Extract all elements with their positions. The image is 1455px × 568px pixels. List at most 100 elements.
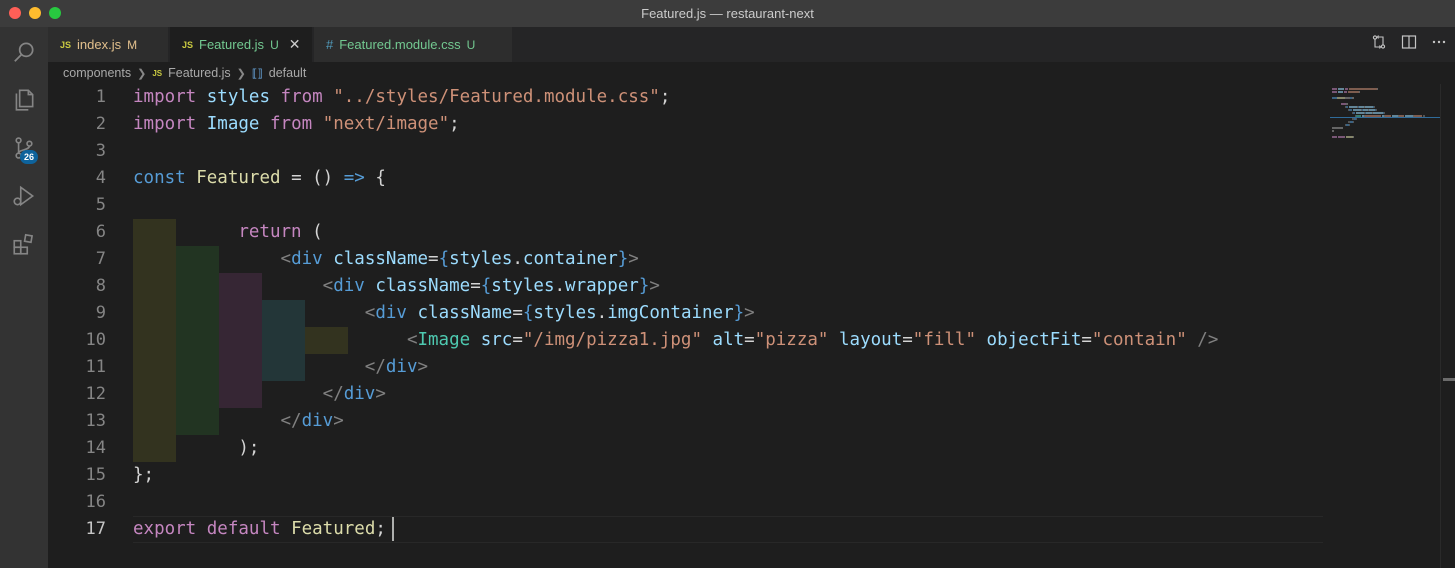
- search-icon[interactable]: [0, 28, 48, 76]
- code-token: .: [554, 276, 566, 296]
- code-token: className: [375, 276, 471, 296]
- extensions-icon[interactable]: [0, 220, 48, 268]
- code-line: <Image src="/img/pizza1.jpg" alt="pizza"…: [133, 327, 1218, 354]
- minimize-window-button[interactable]: [29, 7, 41, 19]
- close-window-button[interactable]: [9, 7, 21, 19]
- code-line: <div className={styles.imgContainer}>: [133, 300, 755, 327]
- scrollbar-thumb[interactable]: [1443, 378, 1455, 381]
- close-icon[interactable]: ✕: [289, 36, 301, 53]
- javascript-file-icon: JS: [60, 39, 72, 50]
- minimap-token: [1332, 88, 1338, 90]
- text-cursor: [392, 517, 394, 541]
- line-number: 13: [85, 411, 106, 431]
- line-number: 8: [95, 276, 106, 296]
- tab-featured-module-css[interactable]: # Featured.module.css U: [314, 27, 512, 62]
- line-number: 7: [95, 249, 106, 269]
- code-line: </div>: [133, 381, 386, 408]
- code-token: Featured: [196, 168, 281, 188]
- vertical-scrollbar[interactable]: [1440, 84, 1455, 568]
- breadcrumb-symbol[interactable]: default: [269, 66, 307, 80]
- code-token: styles: [449, 249, 513, 269]
- line-number: 11: [85, 357, 106, 377]
- minimap-token: [1384, 112, 1386, 114]
- code-token: {: [364, 168, 386, 188]
- window-controls: [9, 7, 61, 19]
- minimap-token: [1332, 97, 1337, 99]
- line-number: 1: [95, 87, 106, 107]
- minimap-token: [1332, 130, 1334, 132]
- code-token: />: [1197, 330, 1219, 350]
- tab-status: U: [466, 37, 476, 52]
- run-debug-icon[interactable]: [0, 172, 48, 220]
- source-control-icon[interactable]: 26: [0, 124, 48, 172]
- code-token: styles: [533, 303, 597, 323]
- code-token: div: [343, 384, 376, 404]
- minimap-token: [1348, 91, 1359, 93]
- code-token: objectFit: [986, 330, 1082, 350]
- files-icon[interactable]: [0, 76, 48, 124]
- line-number: 4: [95, 168, 106, 188]
- line-number: 2: [95, 114, 106, 134]
- minimap-token: [1374, 106, 1376, 108]
- minimap-token: [1344, 88, 1349, 90]
- minimap-token: [1352, 136, 1354, 138]
- breadcrumb-file[interactable]: Featured.js: [168, 66, 231, 80]
- code-line: );: [133, 435, 259, 462]
- code-editor[interactable]: 1 2 3 4 5 6 7 8 9 10 11 12 13 14 15 16 17 import styles …: [48, 84, 1330, 568]
- code-token: Featured: [291, 519, 376, 539]
- minimap-token: [1365, 106, 1374, 108]
- code-token: from: [270, 114, 313, 134]
- breadcrumb: components ❯ JS Featured.js ❯ ⟦⟧ default: [48, 62, 1455, 84]
- split-editor-icon[interactable]: [1401, 34, 1417, 55]
- code-line: };: [133, 462, 154, 489]
- minimap-token: [1332, 127, 1343, 129]
- tab-index-js[interactable]: JS index.js M: [48, 27, 168, 62]
- code-token: wrapper: [565, 276, 639, 296]
- breadcrumb-folder[interactable]: components: [63, 66, 131, 80]
- minimap-token: [1352, 112, 1356, 114]
- compare-changes-icon[interactable]: [1371, 34, 1387, 55]
- minimap-token: [1338, 136, 1345, 138]
- tab-status: M: [127, 37, 138, 52]
- code-line: <div className={styles.container}>: [133, 246, 639, 273]
- chevron-right-icon: ❯: [236, 67, 246, 80]
- code-token: <: [280, 249, 292, 269]
- tab-label: index.js: [77, 37, 122, 52]
- symbol-variable-icon: ⟦⟧: [251, 67, 263, 80]
- line-number: 12: [85, 384, 106, 404]
- minimap-token: [1356, 118, 1358, 120]
- code-line: export default Featured;: [133, 516, 386, 543]
- code-token: >: [649, 276, 660, 296]
- code-line: <div className={styles.wrapper}>: [133, 273, 660, 300]
- chevron-right-icon: ❯: [137, 67, 147, 80]
- code-token: ;: [449, 114, 460, 134]
- code-token: "next/image": [322, 114, 450, 134]
- code-token: >: [417, 357, 429, 377]
- minimap-token: [1376, 109, 1378, 111]
- minimap-viewport-indicator: [1330, 117, 1440, 118]
- more-actions-icon[interactable]: [1431, 34, 1447, 55]
- code-token: styles: [206, 87, 270, 107]
- code-token: from: [280, 87, 323, 107]
- code-token: };: [133, 465, 155, 485]
- maximize-window-button[interactable]: [49, 7, 61, 19]
- code-token: }: [617, 249, 629, 269]
- code-line: const Featured = () => {: [133, 165, 386, 192]
- code-token: div: [385, 357, 418, 377]
- code-token: </: [322, 384, 344, 404]
- css-file-icon: #: [326, 37, 334, 52]
- tab-featured-js[interactable]: JS Featured.js U ✕: [170, 27, 312, 62]
- minimap-token: [1352, 109, 1361, 111]
- editor-tab-bar: JS index.js M JS Featured.js U ✕ # Featu…: [48, 27, 1455, 62]
- minimap[interactable]: [1330, 84, 1440, 568]
